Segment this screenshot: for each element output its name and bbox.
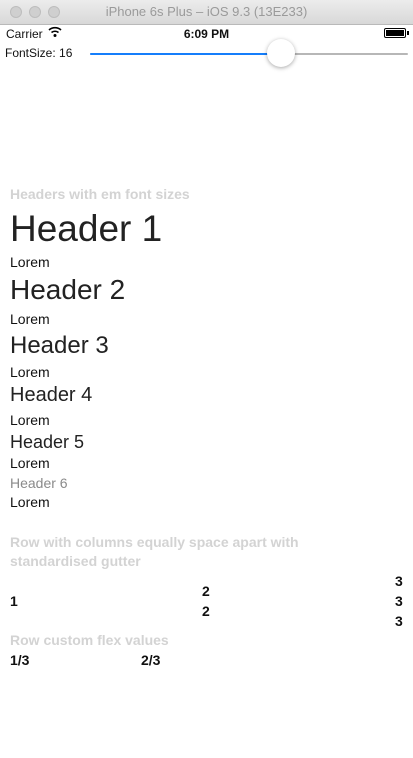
headers-section-title: Headers with em font sizes bbox=[10, 186, 190, 202]
flex-section-title: Row custom flex values bbox=[10, 632, 169, 648]
battery-tip bbox=[407, 31, 409, 35]
header-3: Header 3 bbox=[10, 332, 109, 359]
header-6-body: Lorem bbox=[10, 494, 50, 510]
font-size-control: FontSize: 16 bbox=[0, 39, 413, 67]
battery-icon bbox=[384, 28, 406, 38]
header-5: Header 5 bbox=[10, 432, 85, 452]
gutter-col-1-item: 1 bbox=[10, 593, 18, 609]
gutter-col-3-item: 3 bbox=[395, 613, 403, 629]
header-3-body: Lorem bbox=[10, 364, 50, 380]
slider-fill bbox=[90, 53, 281, 55]
flex-col-two-thirds: 2/3 bbox=[141, 652, 161, 668]
header-2: Header 2 bbox=[10, 274, 126, 305]
header-4-body: Lorem bbox=[10, 412, 50, 428]
gutter-section-title-line2: standardised gutter bbox=[10, 553, 141, 569]
header-1: Header 1 bbox=[10, 208, 163, 249]
slider-thumb[interactable] bbox=[267, 39, 295, 67]
header-6: Header 6 bbox=[10, 475, 68, 491]
gutter-col-3-item: 3 bbox=[395, 593, 403, 609]
flex-col-one-third: 1/3 bbox=[10, 652, 30, 668]
header-1-body: Lorem bbox=[10, 254, 50, 270]
window-title: iPhone 6s Plus – iOS 9.3 (13E233) bbox=[105, 4, 308, 19]
header-5-body: Lorem bbox=[10, 455, 50, 471]
font-size-slider[interactable] bbox=[90, 39, 408, 67]
header-4: Header 4 bbox=[10, 384, 93, 406]
simulator-title-bar: iPhone 6s Plus – iOS 9.3 (13E233) bbox=[0, 0, 413, 25]
clock-time: 6:09 PM bbox=[183, 27, 230, 41]
gutter-col-2-item: 2 bbox=[202, 583, 210, 599]
gutter-section-title-line1: Row with columns equally space apart wit… bbox=[10, 534, 299, 550]
font-size-label: FontSize: 16 bbox=[5, 46, 73, 60]
gutter-col-2-item: 2 bbox=[202, 603, 210, 619]
gutter-col-3-item: 3 bbox=[395, 573, 403, 589]
ios-status-bar: Carrier 6:09 PM bbox=[0, 25, 413, 43]
header-2-body: Lorem bbox=[10, 311, 50, 327]
